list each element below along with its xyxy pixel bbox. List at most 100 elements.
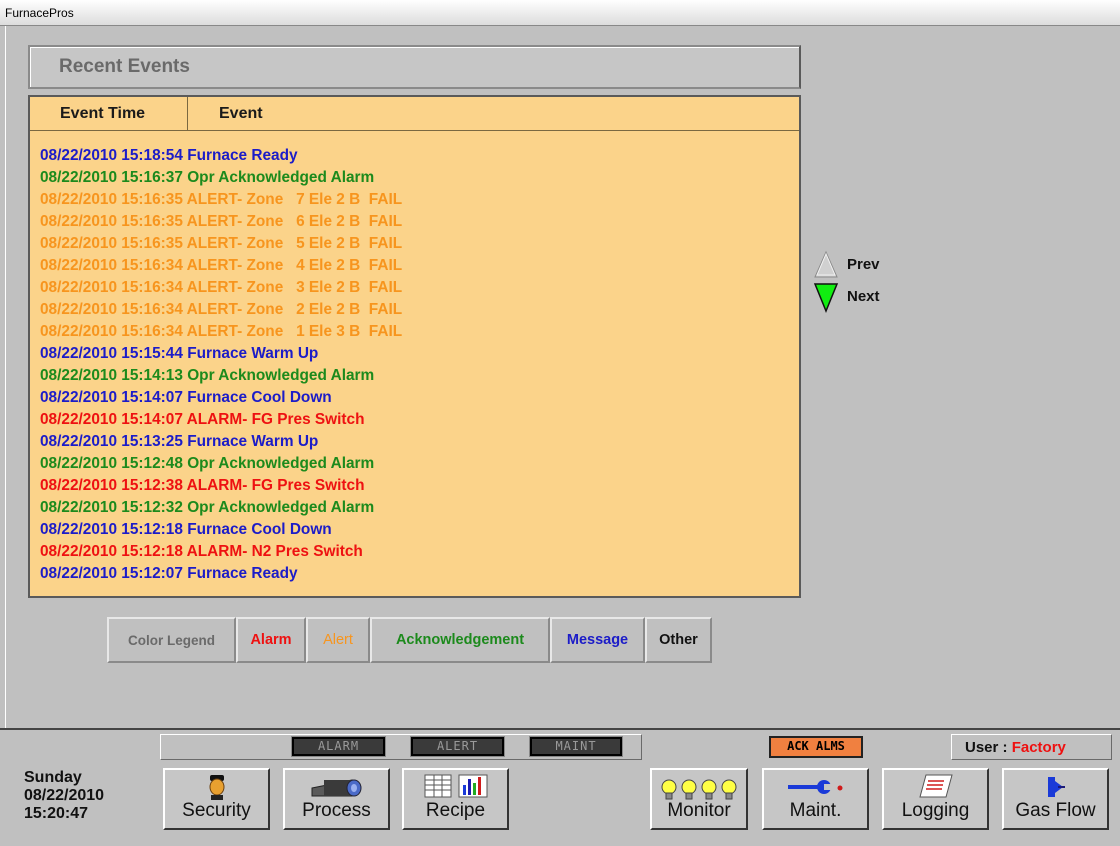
legend-alert: Alert: [306, 617, 370, 663]
event-time: 08/22/2010 15:12:18: [40, 543, 183, 560]
event-row[interactable]: 08/22/2010 15:16:34 ALERT- Zone 1 Ele 3 …: [40, 321, 402, 343]
event-time: 08/22/2010 15:16:37: [40, 169, 183, 186]
user-name: Factory: [1011, 739, 1066, 756]
event-row[interactable]: 08/22/2010 15:14:13 Opr Acknowledged Ala…: [40, 365, 402, 387]
user-label: User :: [965, 739, 1008, 756]
event-text: ALERT- Zone 6 Ele 2 B FAIL: [186, 213, 403, 230]
event-row[interactable]: 08/22/2010 15:14:07 Furnace Cool Down: [40, 387, 402, 409]
legend-acknowledgement: Acknowledgement: [370, 617, 550, 663]
event-text: Furnace Ready: [187, 147, 298, 164]
prev-button[interactable]: Prev: [847, 256, 880, 273]
current-time: 15:20:47: [24, 805, 89, 822]
legend-title: Color Legend: [107, 617, 236, 663]
next-arrow-icon[interactable]: [813, 282, 839, 314]
event-text: ALARM- FG Pres Switch: [186, 477, 365, 494]
event-row[interactable]: 08/22/2010 15:13:25 Furnace Warm Up: [40, 431, 402, 453]
event-time: 08/22/2010 15:18:54: [40, 147, 183, 164]
event-row[interactable]: 08/22/2010 15:18:54 Furnace Ready: [40, 145, 402, 167]
event-text: ALERT- Zone 5 Ele 2 B FAIL: [186, 235, 403, 252]
security-label: Security: [182, 800, 251, 821]
logging-label: Logging: [901, 800, 970, 821]
event-row[interactable]: 08/22/2010 15:14:07 ALARM- FG Pres Switc…: [40, 409, 402, 431]
event-row[interactable]: 08/22/2010 15:15:44 Furnace Warm Up: [40, 343, 402, 365]
recipe-label: Recipe: [425, 800, 486, 821]
current-date: 08/22/2010: [24, 787, 105, 804]
security-button[interactable]: Security: [163, 768, 270, 830]
event-text: ALERT- Zone 1 Ele 3 B FAIL: [186, 323, 403, 340]
event-row[interactable]: 08/22/2010 15:16:34 ALERT- Zone 3 Ele 2 …: [40, 277, 402, 299]
prev-arrow-icon[interactable]: [813, 250, 839, 280]
event-time: 08/22/2010 15:14:07: [40, 389, 183, 406]
next-button[interactable]: Next: [847, 288, 880, 305]
maint-indicator: MAINT: [529, 736, 623, 757]
gas-flow-button[interactable]: Gas Flow: [1002, 768, 1109, 830]
event-time: 08/22/2010 15:13:25: [40, 433, 183, 450]
recent-events-table: Event Time Event 08/22/2010 15:18:54 Fur…: [28, 95, 801, 598]
event-time: 08/22/2010 15:12:48: [40, 455, 183, 472]
event-time: 08/22/2010 15:16:35: [40, 191, 183, 208]
event-time: 08/22/2010 15:12:32: [40, 499, 183, 516]
maint-label: Maint.: [789, 800, 842, 821]
events-list[interactable]: 08/22/2010 15:18:54 Furnace Ready 08/22/2…: [40, 145, 402, 585]
event-time: 08/22/2010 15:16:34: [40, 301, 183, 318]
event-time: 08/22/2010 15:14:07: [40, 411, 183, 428]
ack-alarms-button[interactable]: ACK ALMS: [769, 736, 863, 758]
color-legend: Color Legend Alarm Alert Acknowledgement…: [107, 617, 712, 663]
event-text: ALARM- N2 Pres Switch: [186, 543, 363, 560]
panel-title: Recent Events: [28, 45, 801, 89]
legend-alarm: Alarm: [236, 617, 306, 663]
event-text: Furnace Cool Down: [187, 521, 332, 538]
event-text: Opr Acknowledged Alarm: [187, 169, 375, 186]
alert-indicator: ALERT: [410, 736, 505, 757]
event-text: Furnace Ready: [187, 565, 298, 582]
event-text: ALERT- Zone 2 Ele 2 B FAIL: [186, 301, 403, 318]
event-time: 08/22/2010 15:16:34: [40, 323, 183, 340]
recipe-button[interactable]: Recipe: [402, 768, 509, 830]
event-text: Opr Acknowledged Alarm: [187, 367, 375, 384]
event-text: ALERT- Zone 3 Ele 2 B FAIL: [186, 279, 403, 296]
event-text: Opr Acknowledged Alarm: [187, 455, 375, 472]
security-guard-icon: [165, 772, 268, 802]
event-row[interactable]: 08/22/2010 15:12:32 Opr Acknowledged Ala…: [40, 497, 402, 519]
logbook-icon: [884, 772, 987, 802]
legend-message: Message: [550, 617, 645, 663]
event-row[interactable]: 08/22/2010 15:12:18 Furnace Cool Down: [40, 519, 402, 541]
event-row[interactable]: 08/22/2010 15:12:48 Opr Acknowledged Ala…: [40, 453, 402, 475]
maint-button[interactable]: Maint.: [762, 768, 869, 830]
event-time: 08/22/2010 15:15:44: [40, 345, 183, 362]
event-text: Furnace Cool Down: [187, 389, 332, 406]
column-header-event-time[interactable]: Event Time: [30, 97, 188, 130]
event-row[interactable]: 08/22/2010 15:16:34 ALERT- Zone 2 Ele 2 …: [40, 299, 402, 321]
window-title-bar: FurnacePros: [0, 0, 1120, 26]
column-header-event[interactable]: Event: [189, 97, 263, 130]
event-row[interactable]: 08/22/2010 15:12:18 ALARM- N2 Pres Switc…: [40, 541, 402, 563]
monitor-label: Monitor: [667, 800, 731, 821]
event-time: 08/22/2010 15:16:35: [40, 213, 183, 230]
event-text: Furnace Warm Up: [187, 433, 319, 450]
logging-button[interactable]: Logging: [882, 768, 989, 830]
event-text: Furnace Warm Up: [187, 345, 319, 362]
event-time: 08/22/2010 15:14:13: [40, 367, 183, 384]
alarm-indicator: ALARM: [291, 736, 386, 757]
event-time: 08/22/2010 15:16:34: [40, 257, 183, 274]
day-of-week: Sunday: [24, 769, 82, 786]
wrench-icon: [764, 772, 867, 802]
event-row[interactable]: 08/22/2010 15:16:35 ALERT- Zone 6 Ele 2 …: [40, 211, 402, 233]
date-time-display: Sunday 08/22/2010 15:20:47: [24, 769, 104, 823]
monitor-button[interactable]: Monitor: [650, 768, 748, 830]
event-row[interactable]: 08/22/2010 15:16:37 Opr Acknowledged Ala…: [40, 167, 402, 189]
event-row[interactable]: 08/22/2010 15:12:07 Furnace Ready: [40, 563, 402, 585]
event-text: Opr Acknowledged Alarm: [187, 499, 375, 516]
events-table-header: Event Time Event: [30, 97, 799, 131]
legend-other: Other: [645, 617, 712, 663]
gas-flow-label: Gas Flow: [1015, 800, 1096, 821]
event-row[interactable]: 08/22/2010 15:16:34 ALERT- Zone 4 Ele 2 …: [40, 255, 402, 277]
event-row[interactable]: 08/22/2010 15:12:38 ALARM- FG Pres Switc…: [40, 475, 402, 497]
event-text: ALERT- Zone 4 Ele 2 B FAIL: [186, 257, 403, 274]
process-button[interactable]: Process: [283, 768, 390, 830]
event-time: 08/22/2010 15:12:18: [40, 521, 183, 538]
event-row[interactable]: 08/22/2010 15:16:35 ALERT- Zone 7 Ele 2 …: [40, 189, 402, 211]
event-text: ALARM- FG Pres Switch: [186, 411, 365, 428]
event-row[interactable]: 08/22/2010 15:16:35 ALERT- Zone 5 Ele 2 …: [40, 233, 402, 255]
user-indicator: User : Factory: [951, 734, 1112, 760]
